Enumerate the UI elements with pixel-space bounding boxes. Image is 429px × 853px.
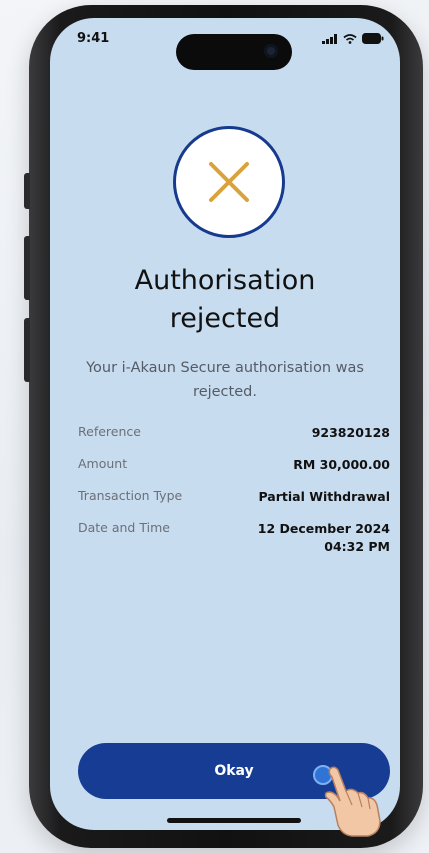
signal-icon (322, 33, 337, 44)
title-line: rejected (169, 303, 281, 334)
page-title: Authorisation rejected (50, 262, 400, 338)
detail-label: Transaction Type (78, 488, 183, 503)
battery-icon (362, 33, 384, 44)
front-camera (264, 44, 278, 58)
phone-screen: 9:41 Authorisation rejected Your i-Akaun… (50, 18, 400, 830)
detail-value: 12 December 2024 04:32 PM (258, 520, 390, 556)
status-message: Your i-Akaun Secure authorisation was re… (86, 360, 364, 400)
detail-label: Amount (78, 456, 128, 471)
transaction-details: Reference 923820128 Amount RM 30,000.00 … (78, 424, 390, 560)
time-value: 04:32 PM (324, 539, 390, 554)
dynamic-island (176, 34, 292, 70)
detail-label: Reference (78, 424, 141, 439)
side-button (24, 173, 30, 209)
detail-value: RM 30,000.00 (293, 457, 390, 472)
wifi-icon (343, 33, 357, 44)
side-button (24, 236, 30, 300)
detail-row: Amount RM 30,000.00 (78, 456, 390, 488)
detail-value: 923820128 (311, 425, 390, 440)
detail-value: Partial Withdrawal (258, 489, 390, 504)
side-button (24, 318, 30, 382)
status-time: 9:41 (77, 31, 110, 46)
detail-label: Date and Time (78, 520, 170, 535)
date-value: 12 December 2024 (257, 521, 390, 536)
detail-row: Transaction Type Partial Withdrawal (78, 488, 390, 520)
detail-row: Date and Time 12 December 2024 04:32 PM (78, 520, 390, 560)
pointing-hand-icon (324, 766, 381, 837)
home-indicator (167, 818, 301, 823)
rejected-status-icon (173, 126, 285, 238)
close-icon (209, 162, 249, 202)
detail-row: Reference 923820128 (78, 424, 390, 456)
title-line: Authorisation (134, 265, 316, 296)
system-icons (322, 33, 384, 44)
